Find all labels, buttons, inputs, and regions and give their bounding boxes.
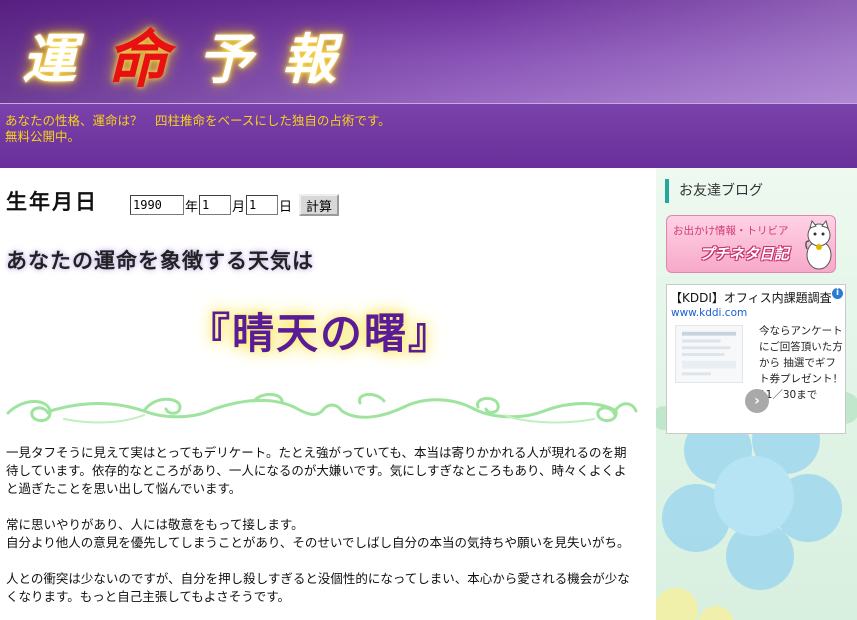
info-icon[interactable]: i [832, 288, 843, 299]
ornament-divider [6, 393, 638, 424]
birth-month-input[interactable] [199, 195, 232, 215]
petit-neta-blog-banner[interactable]: お出かけ情報・トリビア プチネタ日記 [666, 215, 836, 273]
description-paragraph: 人との衝突は少ないのですが、自分を押し殺しすぎると没個性的になってしまい、本心か… [6, 571, 630, 604]
site-tagline: あなたの性格、運命は？ 四柱推命をベースにした独自の占術です。 無料公開中。 [5, 113, 391, 145]
banner-subtitle: お出かけ情報・トリビア [673, 225, 789, 237]
logo-char: 運 [22, 26, 84, 91]
birthdate-form: 年 月 日 計算 [130, 194, 340, 216]
birth-year-input[interactable] [130, 195, 184, 215]
month-unit-label: 月 [232, 199, 246, 215]
tagline-line: 無料公開中。 [5, 129, 81, 144]
logo-char: 予 [198, 26, 261, 91]
birthdate-label: 生年月日 [6, 189, 98, 214]
logo-char: 命 [106, 23, 177, 96]
description-paragraph: 一見タフそうに見えて実はとってもデリケート。たとえ強がっていても、本当は寄りかか… [6, 445, 627, 496]
ad-text: 今ならアンケートにご回答頂いた方から 抽選でギフト券プレゼント！ 11／30まで [759, 325, 843, 401]
tagline-line: あなたの性格、運命は？ 四柱推命をベースにした独自の占術です。 [5, 113, 391, 128]
friends-blog-heading: お友達ブログ [665, 179, 763, 203]
ad-thumbnail-image [675, 325, 743, 383]
year-unit-label: 年 [185, 199, 199, 215]
kddi-ad[interactable]: 【KDDI】オフィス内課題調査 i www.kddi.com 今ならアンケートに… [666, 284, 846, 434]
site-logo[interactable]: 運 命 予 報 [22, 14, 366, 96]
fortune-description: 一見タフそうに見えて実はとってもデリケート。たとえ強がっていても、本当は寄りかか… [6, 444, 638, 620]
birth-day-input[interactable] [246, 195, 279, 215]
chevron-right-icon[interactable]: › [745, 389, 769, 413]
description-paragraph: 常に思いやりがあり、人には敬意をもって接します。 自分より他人の意見を優先してし… [6, 517, 630, 550]
sidebar: お友達ブログ お出かけ情報・トリビア プチネタ日記 【KDDI】オフィス内課題調… [656, 168, 857, 620]
ad-title: 【KDDI】オフィス内課題調査 [670, 291, 832, 305]
fortune-weather-title: 『晴天の曙』 [187, 309, 452, 358]
banner-title: プチネタ日記 [699, 245, 790, 263]
ad-url-link[interactable]: www.kddi.com [671, 307, 747, 319]
result-heading: あなたの運命を象徴する天気は [6, 248, 314, 273]
calculate-button[interactable]: 計算 [299, 194, 340, 216]
logo-char: 報 [282, 26, 345, 91]
site-header: 運 命 予 報 あなたの性格、運命は？ 四柱推命をベースにした独自の占術です。 … [0, 0, 857, 168]
maneki-neko-icon [805, 219, 832, 270]
day-unit-label: 日 [279, 199, 293, 215]
